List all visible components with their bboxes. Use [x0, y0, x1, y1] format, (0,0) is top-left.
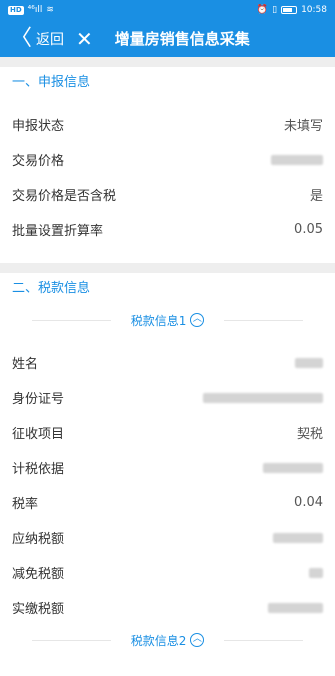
row-name[interactable]: 姓名 — [0, 345, 335, 380]
row-label: 批量设置折算率 — [12, 224, 104, 239]
tax-group-2-title: 税款信息2 ︿ — [131, 632, 205, 649]
signal-icon: ⁴⁶ıll — [27, 5, 43, 15]
row-label: 姓名 — [12, 357, 39, 372]
hd-badge: HD — [8, 5, 24, 15]
navigation-bar: 〈 返回 ✕ 增量房销售信息采集 — [0, 20, 335, 57]
tax-group-1-label: 税款信息1 — [130, 313, 187, 328]
chevron-up-icon: ︿ — [190, 313, 205, 327]
vibrate-icon: ▯ — [272, 5, 278, 15]
row-tax-paid[interactable]: 实缴税额 — [0, 590, 335, 625]
redacted-value — [203, 392, 323, 403]
redacted-value — [263, 462, 323, 473]
divider-line — [224, 639, 304, 641]
row-tax-relief[interactable]: 减免税额 — [0, 555, 335, 590]
clock-time: 10:58 — [301, 5, 327, 15]
divider-line — [32, 639, 111, 641]
section-divider — [0, 57, 335, 67]
row-label: 交易价格是否含税 — [12, 189, 117, 204]
row-value: 是 — [309, 189, 323, 204]
row-label: 申报状态 — [12, 119, 65, 134]
back-button[interactable]: 〈 返回 — [10, 25, 65, 51]
row-value: 契税 — [296, 427, 323, 442]
chevron-left-icon: 〈 — [10, 25, 33, 51]
row-value: 未填写 — [283, 119, 323, 134]
row-label: 应纳税额 — [12, 532, 65, 547]
tax-group-1-header[interactable]: 税款信息1 ︿ — [12, 305, 323, 335]
row-value: 0.05 — [294, 222, 323, 237]
row-tax-basis[interactable]: 计税依据 — [0, 450, 335, 485]
row-batch-conversion-rate[interactable]: 批量设置折算率 0.05 — [0, 212, 335, 247]
page-title: 增量房销售信息采集 — [114, 30, 250, 48]
chevron-up-icon: ︿ — [190, 633, 205, 647]
row-label: 实缴税额 — [12, 602, 65, 617]
row-label: 计税依据 — [12, 462, 65, 477]
redacted-value — [271, 154, 323, 165]
row-label: 征收项目 — [12, 427, 65, 442]
row-tax-rate[interactable]: 税率 0.04 — [0, 485, 335, 520]
status-bar: HD ⁴⁶ıll ≋ ⏰ ▯ 10:58 — [0, 0, 335, 20]
tax-group-2-header[interactable]: 税款信息2 ︿ — [12, 625, 323, 655]
redacted-value — [268, 602, 323, 613]
row-label: 减免税额 — [12, 567, 65, 582]
row-value: 0.04 — [294, 495, 323, 510]
section-title-declare: 一、申报信息 — [12, 75, 91, 90]
redacted-value — [295, 357, 323, 368]
row-trade-price[interactable]: 交易价格 — [0, 142, 335, 177]
row-label: 税率 — [12, 497, 39, 512]
battery-icon — [281, 6, 298, 14]
row-id-number[interactable]: 身份证号 — [0, 380, 335, 415]
back-label: 返回 — [36, 31, 65, 48]
section-title-tax: 二、税款信息 — [12, 281, 91, 296]
tax-group-1-title: 税款信息1 ︿ — [131, 312, 205, 329]
redacted-value — [273, 532, 323, 543]
section-divider — [0, 263, 335, 273]
row-price-includes-tax[interactable]: 交易价格是否含税 是 — [0, 177, 335, 212]
row-declare-status[interactable]: 申报状态 未填写 — [0, 107, 335, 142]
divider-line — [224, 319, 304, 321]
divider-line — [32, 319, 111, 321]
close-icon[interactable]: ✕ — [76, 29, 93, 49]
row-label: 交易价格 — [12, 154, 65, 169]
tax-group-2-label: 税款信息2 — [130, 633, 187, 648]
form-content[interactable]: 一、申报信息 申报状态 未填写 交易价格 交易价格是否含税 是 批量设置折算率 … — [0, 57, 335, 676]
wifi-icon: ≋ — [46, 5, 54, 15]
row-label: 身份证号 — [12, 392, 65, 407]
row-tax-payable[interactable]: 应纳税额 — [0, 520, 335, 555]
redacted-value — [309, 567, 323, 578]
row-tax-item[interactable]: 征收项目 契税 — [0, 415, 335, 450]
alarm-icon: ⏰ — [256, 5, 269, 15]
